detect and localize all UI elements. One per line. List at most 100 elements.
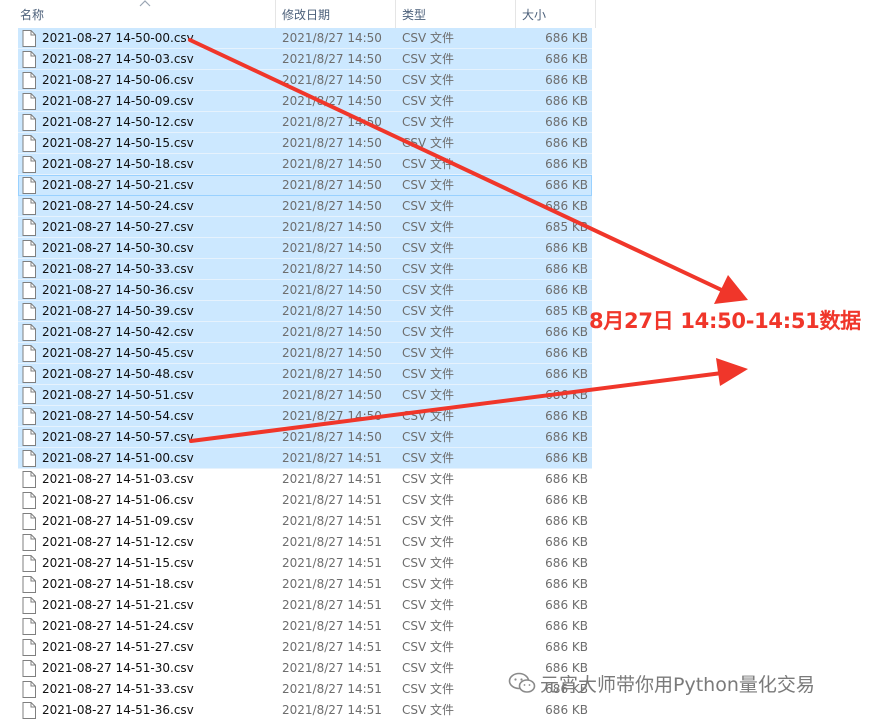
file-size: 685 KB [545, 304, 588, 318]
column-header-modified[interactable]: 修改日期 [276, 0, 396, 28]
file-icon [22, 513, 36, 530]
column-header-type[interactable]: 类型 [396, 0, 516, 28]
file-row[interactable]: 2021-08-27 14-51-09.csv 2021/8/27 14:51 CS… [18, 511, 592, 532]
file-row[interactable]: 2021-08-27 14-50-42.csv 2021/8/27 14:50 CS… [18, 322, 592, 343]
file-row[interactable]: 2021-08-27 14-50-21.csv 2021/8/27 14:50 CS… [18, 175, 592, 196]
file-row[interactable]: 2021-08-27 14-50-12.csv 2021/8/27 14:50 CS… [18, 112, 592, 133]
file-modified: 2021/8/27 14:50 [282, 52, 382, 66]
file-size: 686 KB [545, 577, 588, 591]
file-row[interactable]: 2021-08-27 14-50-36.csv 2021/8/27 14:50 CS… [18, 280, 592, 301]
file-type: CSV 文件 [402, 115, 455, 129]
file-icon [22, 72, 36, 89]
file-row[interactable]: 2021-08-27 14-51-33.csv 2021/8/27 14:51 CS… [18, 679, 592, 700]
file-name: 2021-08-27 14-51-12.csv [42, 535, 194, 549]
file-row[interactable]: 2021-08-27 14-51-27.csv 2021/8/27 14:51 CS… [18, 637, 592, 658]
file-row[interactable]: 2021-08-27 14-51-03.csv 2021/8/27 14:51 CS… [18, 469, 592, 490]
file-row[interactable]: 2021-08-27 14-50-06.csv 2021/8/27 14:50 CS… [18, 70, 592, 91]
file-row[interactable]: 2021-08-27 14-50-33.csv 2021/8/27 14:50 CS… [18, 259, 592, 280]
annotation-label: 8月27日 14:50-14:51数据 [589, 309, 861, 333]
file-size: 686 KB [545, 262, 588, 276]
file-name: 2021-08-27 14-50-36.csv [42, 283, 194, 297]
file-type: CSV 文件 [402, 619, 455, 633]
file-row[interactable]: 2021-08-27 14-50-45.csv 2021/8/27 14:50 CS… [18, 343, 592, 364]
file-modified: 2021/8/27 14:50 [282, 220, 382, 234]
file-name: 2021-08-27 14-51-33.csv [42, 682, 194, 696]
file-row[interactable]: 2021-08-27 14-51-15.csv 2021/8/27 14:51 CS… [18, 553, 592, 574]
file-modified: 2021/8/27 14:50 [282, 262, 382, 276]
file-name: 2021-08-27 14-51-00.csv [42, 451, 194, 465]
file-name: 2021-08-27 14-50-15.csv [42, 136, 194, 150]
file-type: CSV 文件 [402, 682, 455, 696]
file-row[interactable]: 2021-08-27 14-50-48.csv 2021/8/27 14:50 CS… [18, 364, 592, 385]
file-row[interactable]: 2021-08-27 14-51-30.csv 2021/8/27 14:51 CS… [18, 658, 592, 679]
file-type: CSV 文件 [402, 556, 455, 570]
file-type: CSV 文件 [402, 52, 455, 66]
file-row[interactable]: 2021-08-27 14-51-00.csv 2021/8/27 14:51 CS… [18, 448, 592, 469]
file-icon [22, 135, 36, 152]
file-modified: 2021/8/27 14:51 [282, 577, 382, 591]
file-icon [22, 177, 36, 194]
file-size: 686 KB [545, 94, 588, 108]
file-icon [22, 93, 36, 110]
file-size: 686 KB [545, 241, 588, 255]
file-icon [22, 450, 36, 467]
column-header-name[interactable]: 名称 [14, 0, 276, 28]
file-icon [22, 597, 36, 614]
file-size: 686 KB [545, 283, 588, 297]
file-modified: 2021/8/27 14:50 [282, 325, 382, 339]
file-name: 2021-08-27 14-51-30.csv [42, 661, 194, 675]
file-row[interactable]: 2021-08-27 14-50-09.csv 2021/8/27 14:50 CS… [18, 91, 592, 112]
file-name: 2021-08-27 14-50-39.csv [42, 304, 194, 318]
file-row[interactable]: 2021-08-27 14-50-51.csv 2021/8/27 14:50 CS… [18, 385, 592, 406]
file-row[interactable]: 2021-08-27 14-50-03.csv 2021/8/27 14:50 CS… [18, 49, 592, 70]
file-type: CSV 文件 [402, 409, 455, 423]
file-row[interactable]: 2021-08-27 14-51-06.csv 2021/8/27 14:51 CS… [18, 490, 592, 511]
file-row[interactable]: 2021-08-27 14-50-24.csv 2021/8/27 14:50 CS… [18, 196, 592, 217]
file-type: CSV 文件 [402, 304, 455, 318]
file-row[interactable]: 2021-08-27 14-50-15.csv 2021/8/27 14:50 CS… [18, 133, 592, 154]
file-row[interactable]: 2021-08-27 14-50-39.csv 2021/8/27 14:50 CS… [18, 301, 592, 322]
file-type: CSV 文件 [402, 157, 455, 171]
file-icon [22, 198, 36, 215]
file-size: 686 KB [545, 451, 588, 465]
file-type: CSV 文件 [402, 367, 455, 381]
file-modified: 2021/8/27 14:50 [282, 157, 382, 171]
file-size: 686 KB [545, 388, 588, 402]
file-size: 686 KB [545, 115, 588, 129]
file-type: CSV 文件 [402, 136, 455, 150]
file-type: CSV 文件 [402, 493, 455, 507]
file-row[interactable]: 2021-08-27 14-51-24.csv 2021/8/27 14:51 CS… [18, 616, 592, 637]
file-row[interactable]: 2021-08-27 14-50-30.csv 2021/8/27 14:50 CS… [18, 238, 592, 259]
file-icon [22, 219, 36, 236]
file-name: 2021-08-27 14-50-06.csv [42, 73, 194, 87]
file-icon [22, 555, 36, 572]
file-name: 2021-08-27 14-51-21.csv [42, 598, 194, 612]
file-type: CSV 文件 [402, 241, 455, 255]
file-row[interactable]: 2021-08-27 14-51-36.csv 2021/8/27 14:51 CS… [18, 700, 592, 721]
file-name: 2021-08-27 14-51-15.csv [42, 556, 194, 570]
file-modified: 2021/8/27 14:50 [282, 241, 382, 255]
file-icon [22, 576, 36, 593]
file-row[interactable]: 2021-08-27 14-50-54.csv 2021/8/27 14:50 CS… [18, 406, 592, 427]
file-row[interactable]: 2021-08-27 14-51-12.csv 2021/8/27 14:51 CS… [18, 532, 592, 553]
file-type: CSV 文件 [402, 703, 455, 717]
file-row[interactable]: 2021-08-27 14-50-18.csv 2021/8/27 14:50 CS… [18, 154, 592, 175]
file-size: 686 KB [545, 136, 588, 150]
file-size: 686 KB [545, 31, 588, 45]
file-row[interactable]: 2021-08-27 14-51-21.csv 2021/8/27 14:51 CS… [18, 595, 592, 616]
file-modified: 2021/8/27 14:50 [282, 346, 382, 360]
file-row[interactable]: 2021-08-27 14-51-18.csv 2021/8/27 14:51 CS… [18, 574, 592, 595]
file-modified: 2021/8/27 14:50 [282, 31, 382, 45]
file-name: 2021-08-27 14-50-51.csv [42, 388, 194, 402]
file-modified: 2021/8/27 14:51 [282, 514, 382, 528]
file-icon [22, 114, 36, 131]
file-row[interactable]: 2021-08-27 14-50-27.csv 2021/8/27 14:50 CS… [18, 217, 592, 238]
file-type: CSV 文件 [402, 514, 455, 528]
file-name: 2021-08-27 14-51-27.csv [42, 640, 194, 654]
file-name: 2021-08-27 14-51-24.csv [42, 619, 194, 633]
column-header: 名称 修改日期 类型 大小 [0, 0, 596, 28]
file-row[interactable]: 2021-08-27 14-50-00.csv 2021/8/27 14:50 CS… [18, 28, 592, 49]
file-size: 686 KB [545, 52, 588, 66]
file-row[interactable]: 2021-08-27 14-50-57.csv 2021/8/27 14:50 CS… [18, 427, 592, 448]
column-header-size[interactable]: 大小 [516, 0, 596, 28]
